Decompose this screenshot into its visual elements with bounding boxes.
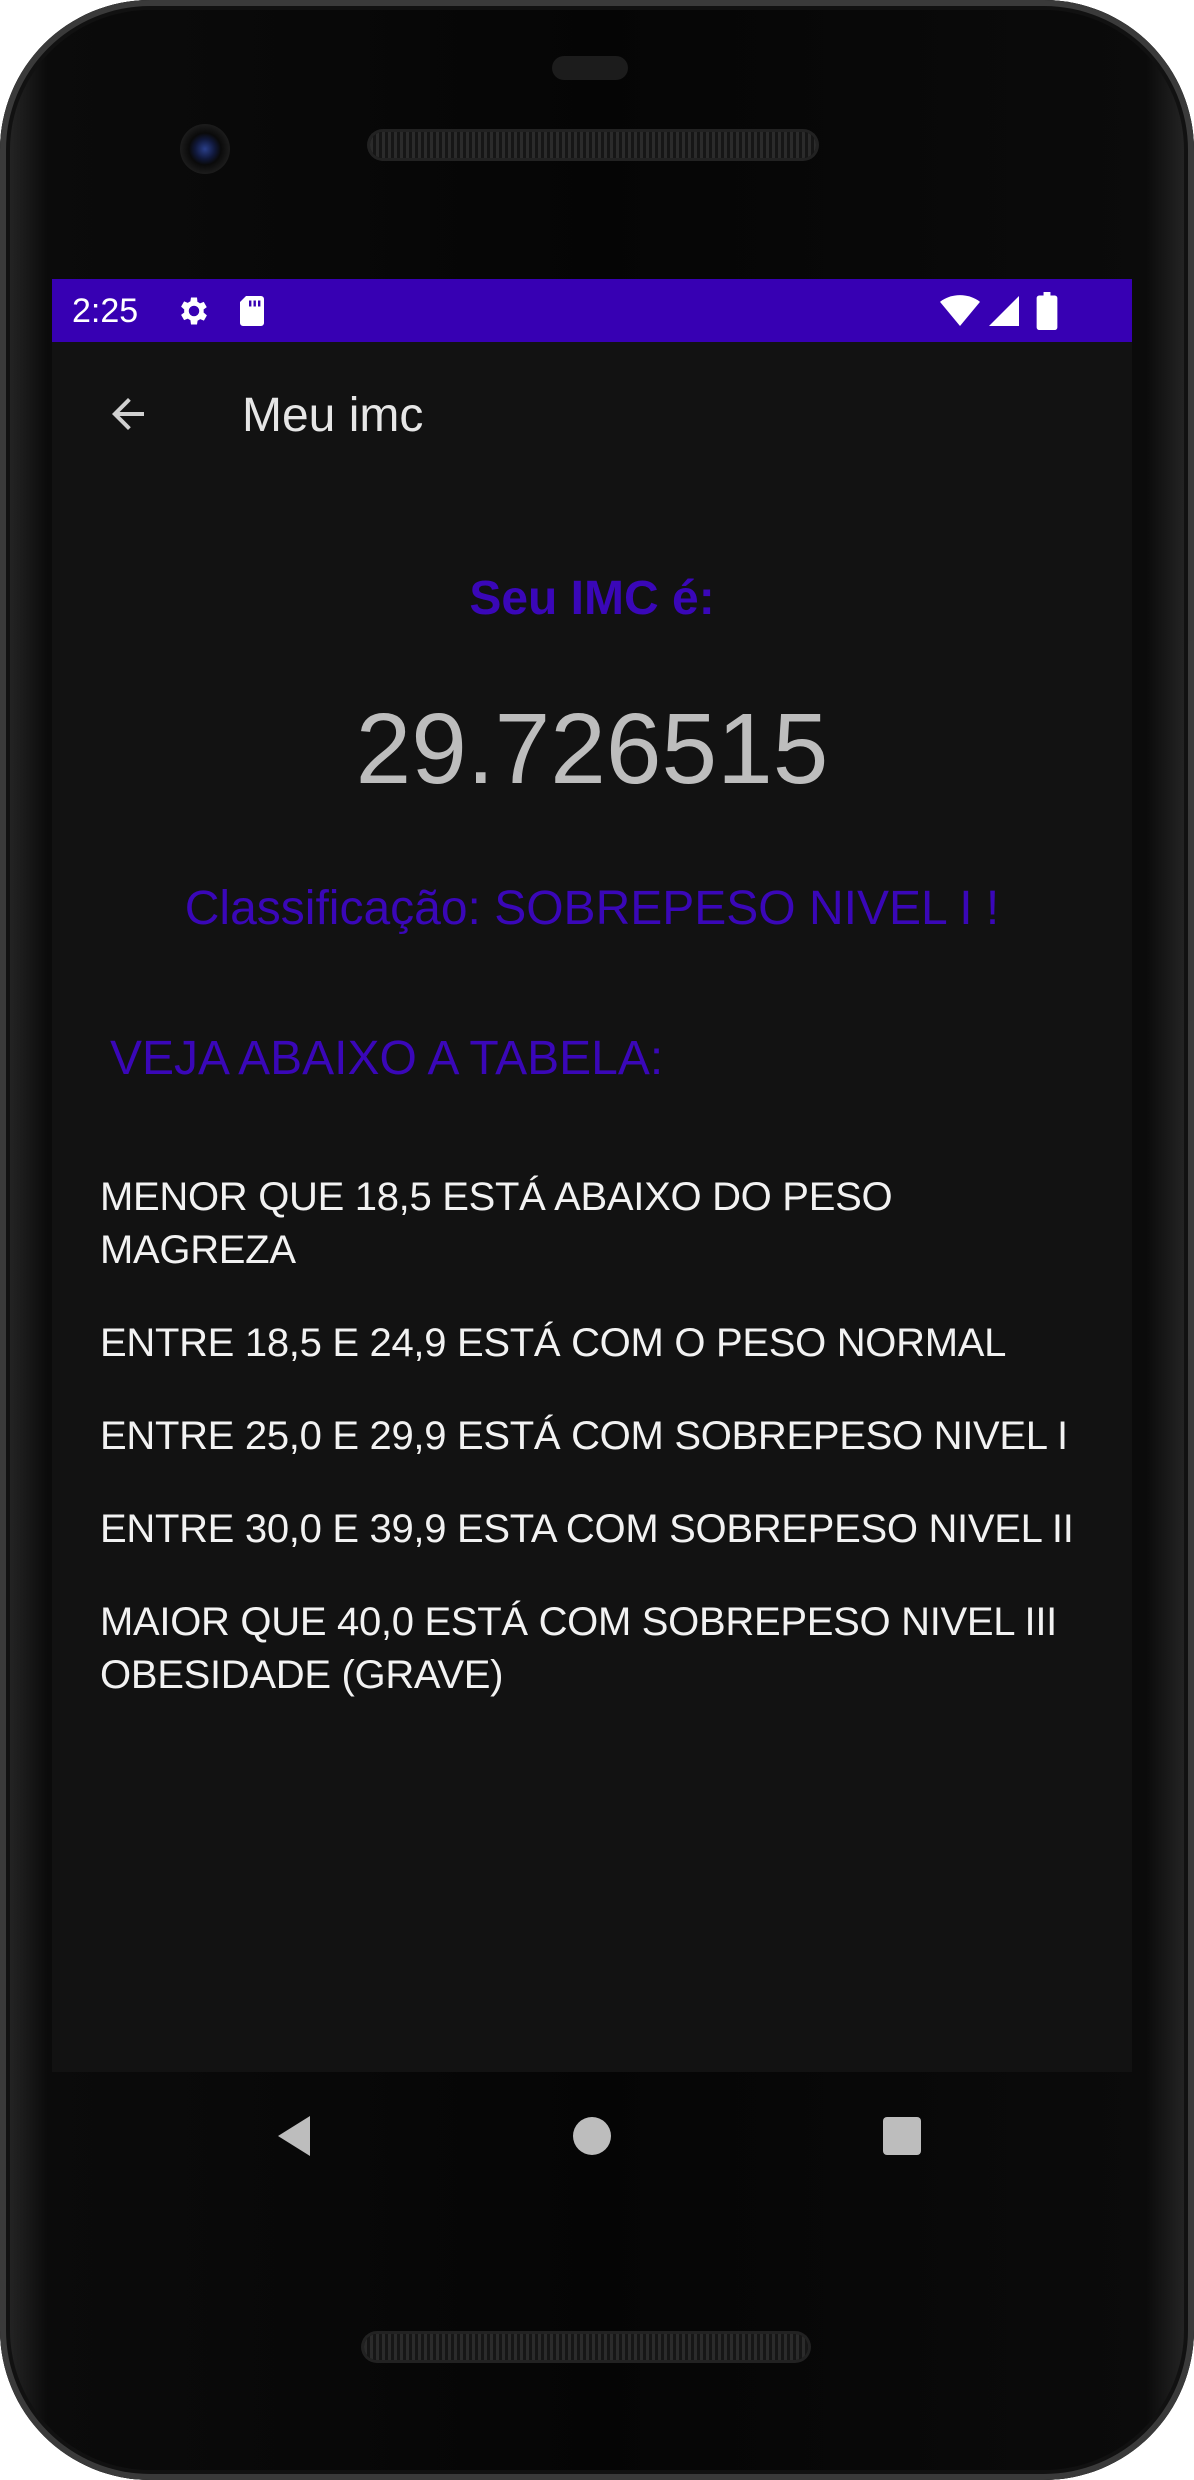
battery-icon [1036, 291, 1058, 331]
status-time: 2:25 [72, 292, 139, 330]
imc-label: Seu IMC é: [469, 572, 715, 625]
earpiece [552, 56, 628, 80]
nav-recents-button[interactable] [866, 2102, 938, 2174]
wifi-icon [940, 291, 980, 331]
table-row: MENOR QUE 18,5 ESTÁ ABAIXO DO PESO MAGRE… [100, 1175, 893, 1272]
nav-home-button[interactable] [556, 2102, 628, 2174]
arrow-back-icon [104, 390, 152, 443]
nav-back-button[interactable] [258, 2102, 330, 2174]
imc-value: 29.726515 [355, 693, 829, 805]
table-row: MAIOR QUE 40,0 ESTÁ COM SOBREPESO NIVEL … [100, 1600, 1057, 1697]
app-title: Meu imc [242, 389, 424, 442]
bottom-speaker-grille [364, 2334, 808, 2360]
front-camera [180, 124, 230, 174]
volume-button [1188, 1020, 1194, 1360]
table-row: ENTRE 25,0 E 29,9 ESTÁ COM SOBREPESO NIV… [100, 1414, 1068, 1458]
bmi-table: MENOR QUE 18,5 ESTÁ ABAIXO DO PESO MAGRE… [100, 1171, 1128, 1742]
app-bar: Meu imc [52, 342, 1132, 489]
gear-icon [176, 291, 212, 331]
phone-frame: 2:25 Meu imc Seu IMC é: 29.726515 Classi… [0, 0, 1194, 2480]
screen: 2:25 Meu imc Seu IMC é: 29.726515 Classi… [52, 279, 1132, 2072]
navigation-bar [52, 2072, 1132, 2204]
recents-square-icon [882, 2116, 922, 2161]
back-button[interactable] [88, 376, 168, 456]
cell-signal-icon [986, 291, 1022, 331]
status-bar: 2:25 [52, 279, 1132, 342]
table-title: VEJA ABAIXO A TABELA: [110, 1032, 664, 1085]
back-triangle-icon [274, 2114, 314, 2163]
table-row: ENTRE 18,5 E 24,9 ESTÁ COM O PESO NORMAL [100, 1321, 1007, 1365]
power-button [1188, 640, 1194, 810]
table-row: ENTRE 30,0 E 39,9 ESTA COM SOBREPESO NIV… [100, 1507, 1074, 1551]
classification-text: Classificação: SOBREPESO NIVEL I ! [184, 882, 1000, 935]
home-circle-icon [572, 2116, 612, 2161]
top-speaker-grille [370, 132, 816, 158]
sd-card-icon [236, 291, 268, 331]
